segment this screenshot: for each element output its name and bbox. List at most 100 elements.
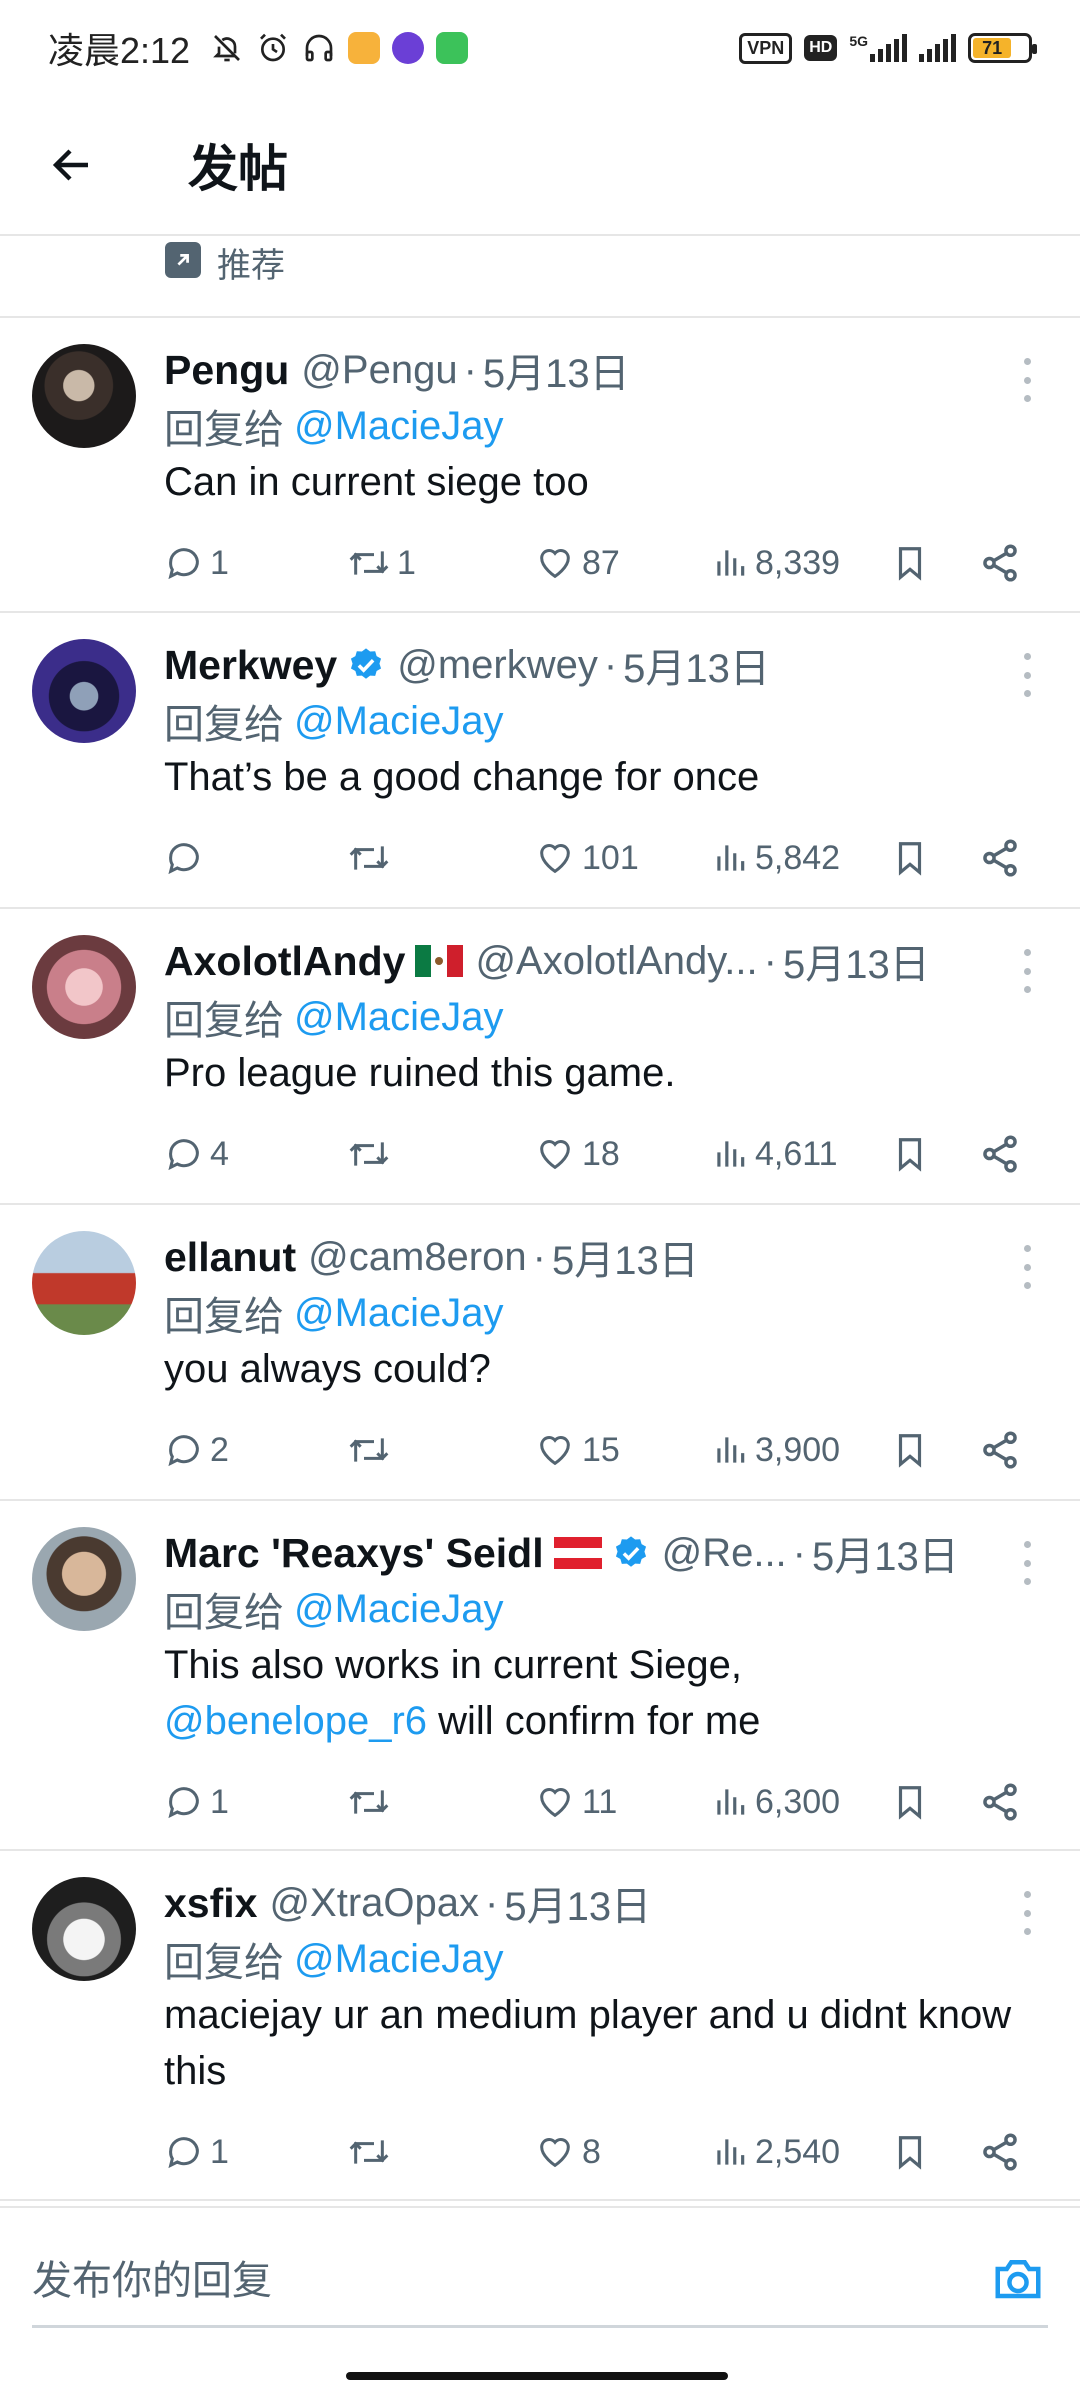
share-button[interactable] <box>979 2131 1021 2173</box>
reply-button[interactable]: 2 <box>164 1430 229 1470</box>
author-handle[interactable]: @XtraOpax <box>269 1881 479 1926</box>
avatar[interactable] <box>32 1231 136 1335</box>
retweet-button[interactable] <box>347 838 397 878</box>
share-button[interactable] <box>979 1781 1021 1823</box>
reply-to-mention[interactable]: @MacieJay <box>294 699 504 744</box>
more-options-icon[interactable] <box>1012 1245 1042 1289</box>
avatar[interactable] <box>32 935 136 1039</box>
views-chart-icon <box>717 2139 745 2165</box>
bookmark-button[interactable] <box>891 542 929 584</box>
author-handle[interactable]: @Re... <box>662 1531 787 1576</box>
views-button[interactable]: 5,842 <box>711 838 840 878</box>
views-chart-icon <box>717 1789 745 1815</box>
share-button[interactable] <box>979 542 1021 584</box>
reply-button[interactable]: 4 <box>164 1134 229 1174</box>
home-indicator[interactable] <box>346 2372 728 2380</box>
bookmark-button[interactable] <box>891 1429 929 1471</box>
bookmark-button[interactable] <box>891 1133 929 1175</box>
comment-icon <box>168 1435 199 1467</box>
reply-to-mention[interactable]: @MacieJay <box>294 1587 504 1632</box>
views-button[interactable]: 4,611 <box>711 1134 838 1174</box>
reply-button[interactable]: 1 <box>164 2132 229 2172</box>
reply-text: maciejay ur an medium player and u didnt… <box>164 1993 1012 2093</box>
signal-icon <box>919 34 956 62</box>
reply-item[interactable]: xsfix @XtraOpax · 5月13日 回复给 @MacieJay ma… <box>0 1851 1080 2201</box>
author-name[interactable]: Pengu <box>164 347 289 394</box>
views-button[interactable]: 6,300 <box>711 1782 840 1822</box>
reply-prefix: 回复给 <box>164 408 284 452</box>
avatar[interactable] <box>32 639 136 743</box>
like-count: 87 <box>582 543 620 582</box>
more-options-icon[interactable] <box>1012 653 1042 697</box>
retweet-button[interactable] <box>347 1134 397 1174</box>
reply-button[interactable]: 1 <box>164 1782 229 1822</box>
author-name[interactable]: Marc 'Reaxys' Seidl <box>164 1530 544 1577</box>
author-name[interactable]: AxolotlAndy <box>164 938 405 985</box>
more-options-icon[interactable] <box>1012 949 1042 993</box>
view-count: 8,339 <box>755 543 841 582</box>
post-date: 5月13日 <box>782 943 930 987</box>
reply-prefix: 回复给 <box>164 1591 284 1635</box>
reply-item[interactable]: Pengu @Pengu · 5月13日 回复给 @MacieJay Can i… <box>0 318 1080 613</box>
views-button[interactable]: 8,339 <box>711 543 840 583</box>
reply-to-mention[interactable]: @MacieJay <box>294 404 504 449</box>
more-options-icon[interactable] <box>1012 1541 1042 1585</box>
share-button[interactable] <box>979 837 1021 879</box>
like-button[interactable]: 18 <box>534 1134 620 1174</box>
share-button[interactable] <box>979 1429 1021 1471</box>
action-bar: 4 18 4,611 <box>164 1105 1050 1203</box>
views-button[interactable]: 2,540 <box>711 2132 840 2172</box>
like-button[interactable]: 15 <box>534 1430 620 1470</box>
author-handle[interactable]: @Pengu <box>301 348 457 393</box>
view-count: 2,540 <box>755 2132 841 2171</box>
retweet-button[interactable] <box>347 2132 397 2172</box>
author-name[interactable]: xsfix <box>164 1880 257 1927</box>
bookmark-button[interactable] <box>891 837 929 879</box>
verified-badge-icon <box>615 1536 646 1567</box>
retweet-button[interactable]: 1 <box>347 543 416 583</box>
reply-item[interactable]: ellanut @cam8eron · 5月13日 回复给 @MacieJay … <box>0 1205 1080 1501</box>
view-count: 6,300 <box>755 1782 841 1821</box>
reply-item[interactable]: Marc 'Reaxys' Seidl @Re... · 5月13日 回复给 @… <box>0 1501 1080 1851</box>
reply-header: ellanut @cam8eron · 5月13日 <box>164 1229 1050 1285</box>
author-name[interactable]: Merkwey <box>164 642 337 689</box>
post-date: 5月13日 <box>482 352 630 396</box>
bookmark-icon <box>898 2136 922 2170</box>
share-button[interactable] <box>979 1133 1021 1175</box>
action-bar: 2 15 3,900 <box>164 1401 1050 1499</box>
reply-to-mention[interactable]: @MacieJay <box>294 995 504 1040</box>
views-button[interactable]: 3,900 <box>711 1430 840 1470</box>
bookmark-button[interactable] <box>891 2131 929 2173</box>
author-handle[interactable]: @merkwey <box>397 643 598 688</box>
like-button[interactable]: 101 <box>534 838 639 878</box>
action-bar: 1 1 87 8,339 <box>164 514 1050 612</box>
back-button[interactable] <box>24 117 120 213</box>
reply-button[interactable]: 1 <box>164 543 229 583</box>
more-options-icon[interactable] <box>1012 358 1042 402</box>
reply-to-mention[interactable]: @MacieJay <box>294 1291 504 1336</box>
reply-item[interactable]: Merkwey @merkwey · 5月13日 回复给 @MacieJay T… <box>0 613 1080 909</box>
avatar[interactable] <box>32 1877 136 1981</box>
bookmark-button[interactable] <box>891 1781 929 1823</box>
inline-mention[interactable]: @benelope_r6 <box>164 1699 427 1743</box>
author-name[interactable]: ellanut <box>164 1234 296 1281</box>
reply-button[interactable] <box>164 838 210 878</box>
like-button[interactable]: 87 <box>534 543 620 583</box>
reply-input[interactable]: 发布你的回复 <box>32 2228 1048 2328</box>
recommend-row[interactable]: 推荐 <box>0 236 1080 318</box>
separator-dot: · <box>532 1234 546 1279</box>
signal-5g-icon: 5G <box>849 34 907 62</box>
author-handle[interactable]: @cam8eron <box>308 1235 526 1280</box>
camera-button[interactable] <box>988 2248 1048 2308</box>
avatar[interactable] <box>32 344 136 448</box>
retweet-button[interactable] <box>347 1782 397 1822</box>
reply-item[interactable]: AxolotlAndy @AxolotlAndy... · 5月13日 回复给 … <box>0 909 1080 1205</box>
reply-to-mention[interactable]: @MacieJay <box>294 1937 504 1982</box>
more-options-icon[interactable] <box>1012 1891 1042 1935</box>
avatar[interactable] <box>32 1527 136 1631</box>
like-button[interactable]: 8 <box>534 2132 601 2172</box>
reply-to-line: 回复给 @MacieJay <box>164 398 1050 454</box>
like-button[interactable]: 11 <box>534 1782 617 1822</box>
retweet-button[interactable] <box>347 1430 397 1470</box>
author-handle[interactable]: @AxolotlAndy... <box>475 939 757 984</box>
